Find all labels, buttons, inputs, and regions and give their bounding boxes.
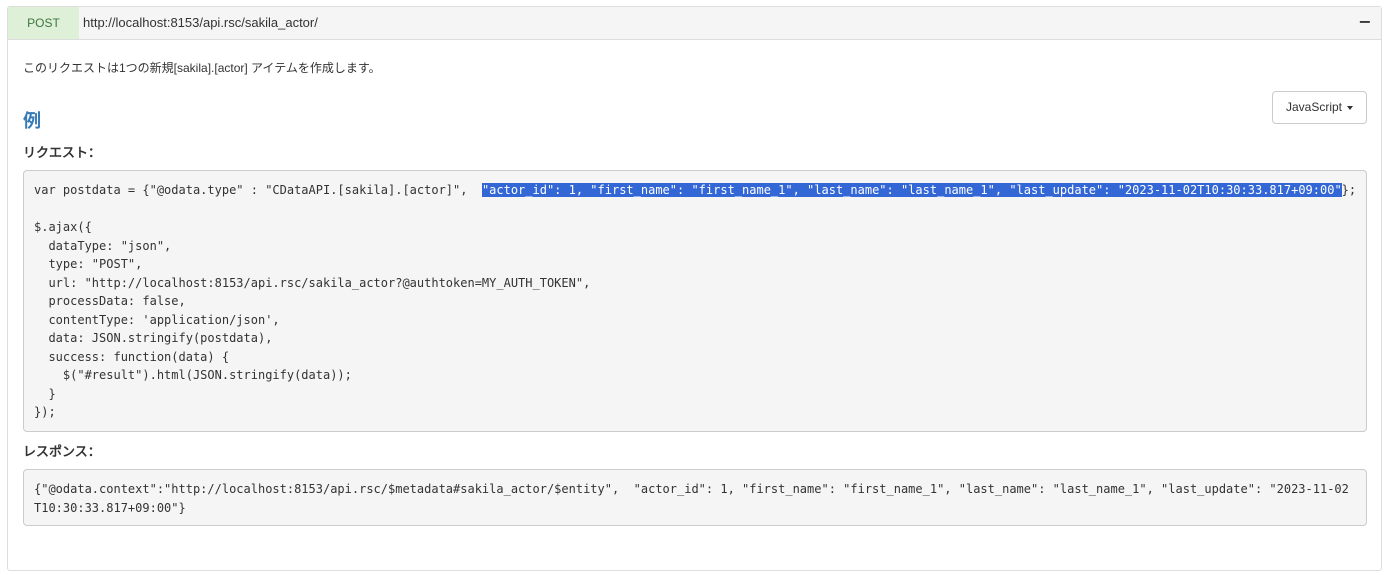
response-code: {"@odata.context":"http://localhost:8153… xyxy=(34,482,1349,515)
api-endpoint-panel: POST http://localhost:8153/api.rsc/sakil… xyxy=(7,6,1382,571)
request-code-line1-prefix: var postdata = {"@odata.type" : "CDataAP… xyxy=(34,183,482,197)
minus-icon[interactable]: − xyxy=(1355,7,1375,39)
response-code-block[interactable]: {"@odata.context":"http://localhost:8153… xyxy=(23,469,1367,526)
example-heading: 例 xyxy=(23,111,41,131)
request-code-line1-suffix: }; xyxy=(1341,183,1357,197)
http-method-badge: POST xyxy=(8,7,79,39)
request-code-block[interactable]: var postdata = {"@odata.type" : "CDataAP… xyxy=(23,170,1367,432)
endpoint-url: http://localhost:8153/api.rsc/sakila_act… xyxy=(83,15,318,30)
language-dropdown-label: JavaScript xyxy=(1285,100,1343,114)
caret-down-icon xyxy=(1347,105,1354,110)
request-code-body: $.ajax({ dataType: "json", type: "POST",… xyxy=(34,220,591,419)
language-dropdown[interactable]: JavaScript xyxy=(1272,91,1367,124)
request-label: リクエスト： xyxy=(23,145,102,160)
request-code-selected-text[interactable]: "actor_id": 1, "first_name": "first_name… xyxy=(481,183,1342,197)
response-label: レスポンス： xyxy=(23,444,101,459)
panel-header[interactable]: POST http://localhost:8153/api.rsc/sakil… xyxy=(8,7,1381,40)
endpoint-description: このリクエストは1つの新規[sakila].[actor] アイテムを作成します… xyxy=(23,61,381,75)
